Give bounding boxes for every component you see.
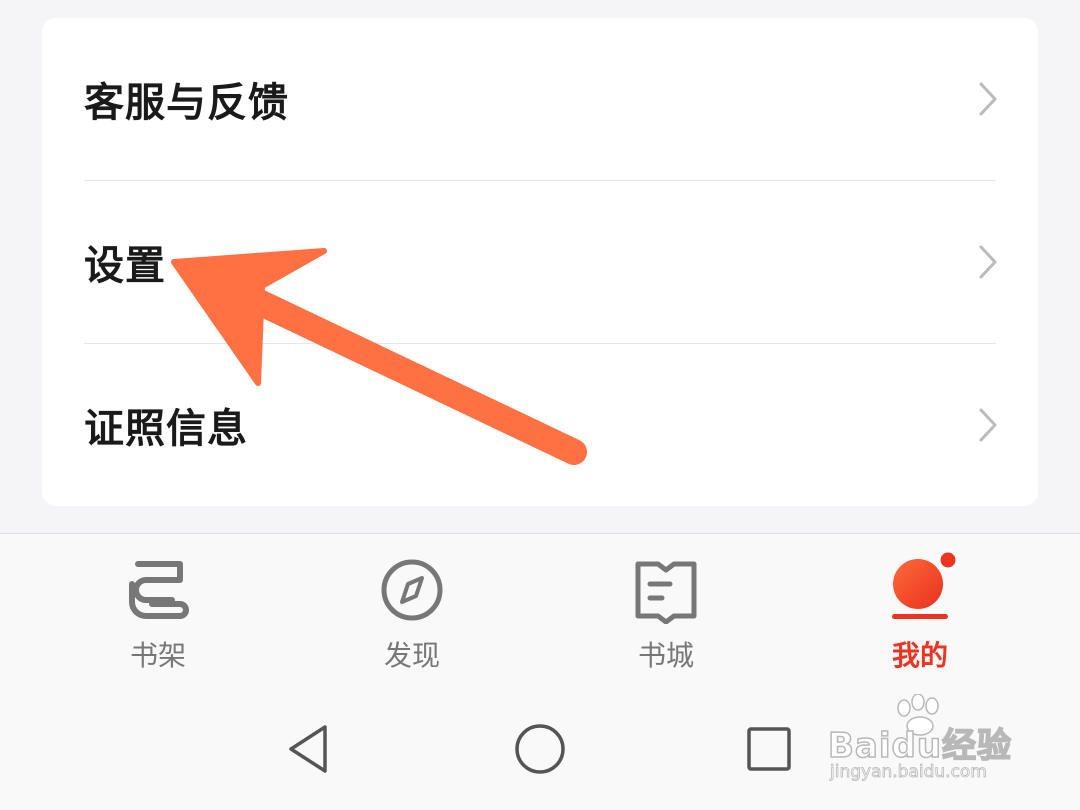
- recents-icon[interactable]: [743, 723, 795, 775]
- chevron-right-icon: [979, 408, 997, 442]
- chevron-right-icon: [979, 245, 997, 279]
- compass-icon: [381, 559, 443, 621]
- menu-item-license-info[interactable]: 证照信息: [42, 344, 1038, 506]
- bookshelf-icon: [129, 561, 189, 619]
- home-icon[interactable]: [514, 723, 566, 775]
- profile-icon: [892, 549, 959, 619]
- tab-discover[interactable]: 发现: [312, 534, 512, 686]
- menu-card: 客服与反馈 设置 证照信息: [42, 18, 1038, 506]
- watermark-logo-text: Baidu经验: [827, 725, 1013, 767]
- book-icon: [635, 561, 697, 624]
- bottom-tab-bar: 书架 发现 书城 我的: [0, 533, 1080, 686]
- chevron-right-icon: [979, 82, 997, 116]
- back-icon[interactable]: [283, 723, 335, 775]
- menu-item-label: 证照信息: [84, 406, 248, 452]
- menu-item-label: 客服与反馈: [84, 80, 289, 126]
- watermark-url: jingyan.baidu.com: [830, 762, 988, 783]
- menu-item-customer-service[interactable]: 客服与反馈: [42, 18, 1038, 180]
- watermark: Baidu经验 jingyan.baidu.com: [827, 694, 1033, 794]
- tab-label: 发现: [383, 639, 440, 672]
- menu-item-label: 设置: [84, 243, 166, 289]
- tab-label: 我的: [891, 639, 948, 672]
- tab-label: 书架: [129, 639, 186, 672]
- menu-item-settings[interactable]: 设置: [42, 181, 1038, 343]
- notification-dot-icon: [937, 549, 959, 571]
- tab-label: 书城: [637, 639, 694, 672]
- tab-bookstore[interactable]: 书城: [566, 534, 766, 686]
- tab-mine[interactable]: 我的: [820, 534, 1020, 686]
- tab-bookshelf[interactable]: 书架: [58, 534, 258, 686]
